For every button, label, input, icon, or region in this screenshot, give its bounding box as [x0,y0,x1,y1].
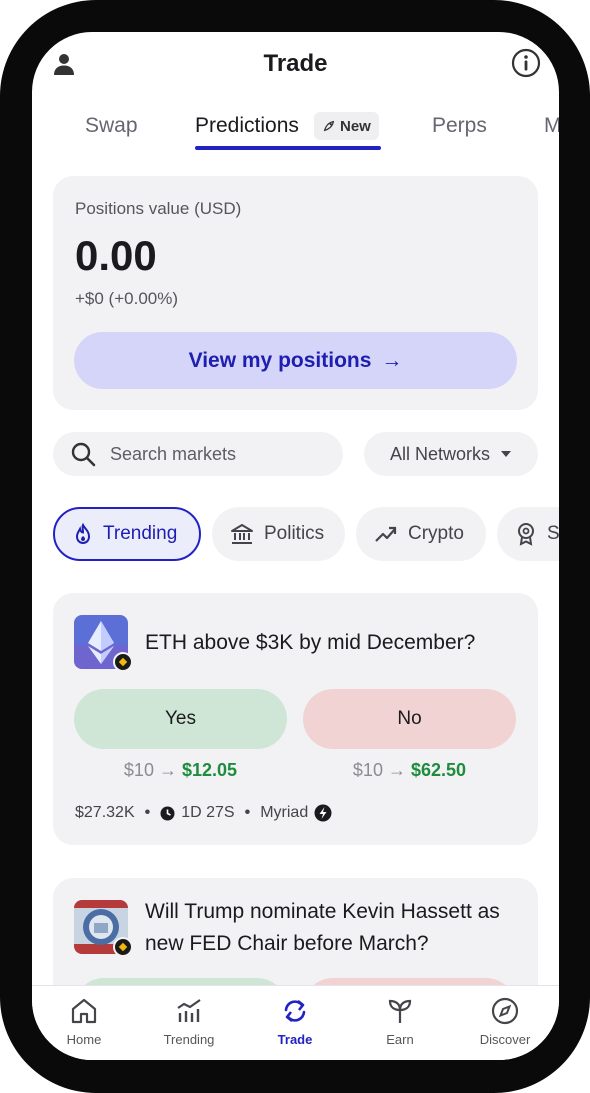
chip-sports[interactable]: S [497,507,559,561]
market-question: ETH above $3K by mid December? [145,631,476,654]
home-icon [71,998,97,1024]
chart-icon [177,999,201,1022]
no-button[interactable]: No [303,689,516,749]
nav-trade[interactable]: Trade [250,996,340,1047]
chip-label: Crypto [408,523,464,544]
sprout-icon [388,999,412,1023]
chain-badge-icon [113,937,133,957]
arrow-right-icon: → [381,348,403,372]
rocket-icon [323,120,335,132]
chip-label: Politics [264,523,325,544]
nav-earn[interactable]: Earn [355,996,445,1047]
chip-trending[interactable]: Trending [53,507,201,561]
chip-label: S [547,523,559,544]
positions-value: 0.00 [75,232,157,279]
search-input[interactable] [110,443,310,465]
no-return: $62.50 [411,760,467,780]
bnb-chain-icon [118,942,128,952]
bank-icon [231,524,253,544]
tab-swap[interactable]: Swap [85,114,138,138]
market-meta: $27.32K • 1D 27S • Myriad [75,804,332,822]
nav-label: Home [66,1032,102,1047]
yes-button[interactable]: Yes [74,689,287,749]
positions-card: Positions value (USD) 0.00 +$0 (+0.00%) … [53,176,538,410]
arrow-right-icon: → [158,760,177,780]
flame-icon [75,523,91,545]
tab-predictions[interactable]: Predictions [195,114,299,138]
trade-tabs: Swap Predictions New Perps M [32,110,559,156]
nav-label: Earn [386,1032,414,1047]
new-badge-label: New [340,117,371,135]
nav-label: Trending [163,1032,215,1047]
no-payout: $10 → $62.50 [303,760,516,781]
nav-label: Trade [277,1032,313,1047]
new-badge: New [314,112,379,140]
page-title: Trade [263,50,328,77]
trend-up-icon [375,526,397,542]
badge-icon [518,523,534,546]
search-icon [71,442,96,467]
view-positions-button[interactable]: View my positions → [74,332,517,389]
no-stake: $10 [352,760,383,780]
network-dropdown[interactable]: All Networks [364,432,538,476]
header: Trade [32,32,559,102]
separator-dot: • [244,804,251,821]
chain-badge-icon [113,652,133,672]
nav-home[interactable]: Home [39,996,129,1047]
positions-change: +$0 (+0.00%) [75,289,179,308]
caret-down-icon [501,451,512,457]
yes-stake: $10 [123,760,154,780]
market-card[interactable]: ETH above $3K by mid December? Yes No $1… [53,593,538,845]
view-positions-label: View my positions [188,348,372,372]
market-time-left: 1D 27S [181,804,235,821]
active-tab-indicator [195,146,381,150]
nav-trending[interactable]: Trending [144,996,234,1047]
market-source: Myriad [260,804,309,821]
myriad-logo-icon [314,804,332,822]
category-chips: Trending Politics Crypto S [32,507,559,561]
compass-icon [491,997,519,1025]
bottom-nav: Home Trending Trade Earn Discover [32,985,559,1060]
yes-return: $12.05 [182,760,238,780]
chip-politics[interactable]: Politics [212,507,345,561]
nav-discover[interactable]: Discover [460,996,550,1047]
info-icon[interactable] [511,48,541,78]
market-question: Will Trump nominate Kevin Hassett as new… [145,900,500,955]
screen: Trade Swap Predictions New Perps M Posit… [32,32,559,1060]
tab-more[interactable]: M [544,114,559,138]
yes-payout: $10 → $12.05 [74,760,287,781]
search-bar[interactable] [53,432,343,476]
clock-icon [160,806,175,820]
chip-crypto[interactable]: Crypto [356,507,486,561]
bnb-chain-icon [118,657,128,667]
market-volume: $27.32K [75,804,135,821]
nav-label: Discover [479,1032,531,1047]
chip-label: Trending [103,523,178,544]
tab-perps[interactable]: Perps [432,114,487,138]
separator-dot: • [144,804,151,821]
swap-arrows-icon [284,999,306,1023]
network-dropdown-value: All Networks [389,443,491,464]
positions-label: Positions value (USD) [75,199,242,218]
arrow-right-icon: → [387,760,406,780]
